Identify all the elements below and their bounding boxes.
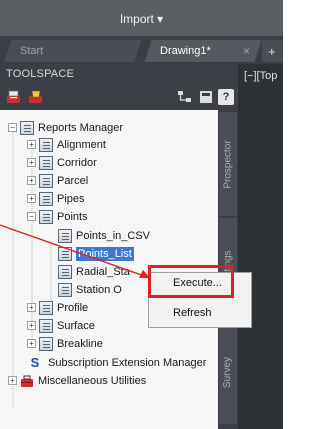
tree-node-label: Subscription Extension Manager bbox=[48, 356, 207, 369]
report-folder-icon bbox=[39, 155, 53, 170]
menu-item-refresh[interactable]: Refresh bbox=[149, 303, 251, 323]
tree-node-points-list[interactable]: Points_List bbox=[58, 245, 134, 262]
expand-icon[interactable]: + bbox=[27, 321, 36, 330]
tree-node-label: Radial_Sta bbox=[76, 265, 130, 278]
tree-node-profile[interactable]: + Profile bbox=[27, 299, 88, 316]
toolspace-panel: TOOLSPACE ? − Reports Manager + Alignmen… bbox=[0, 64, 238, 429]
tool-catalog-icon[interactable] bbox=[28, 89, 44, 105]
side-tab-label: Prospector bbox=[222, 139, 234, 189]
reports-icon[interactable] bbox=[6, 89, 22, 105]
tree-node-label: Station O bbox=[76, 283, 122, 296]
report-folder-icon bbox=[39, 173, 53, 188]
expand-icon[interactable]: + bbox=[8, 376, 17, 385]
tree-node-surface[interactable]: + Surface bbox=[27, 317, 95, 334]
report-folder-icon bbox=[39, 137, 53, 152]
tree-node-label: Points bbox=[57, 210, 88, 223]
tree-node-station-offset[interactable]: Station O bbox=[58, 281, 122, 298]
tree-node-label: Breakline bbox=[57, 337, 103, 350]
report-icon bbox=[58, 246, 72, 261]
tree-node-breakline[interactable]: + Breakline bbox=[27, 335, 103, 352]
side-tab-prospector[interactable]: Prospector bbox=[219, 112, 237, 216]
viewport-controls-label[interactable]: [−][Top bbox=[238, 64, 283, 82]
report-folder-icon bbox=[39, 318, 53, 333]
report-folder-icon bbox=[39, 191, 53, 206]
tree-node-label: Miscellaneous Utilities bbox=[38, 374, 147, 387]
expand-icon[interactable]: + bbox=[27, 194, 36, 203]
tree-node-pipes[interactable]: + Pipes bbox=[27, 190, 85, 207]
report-folder-icon bbox=[39, 209, 53, 224]
panel-icon[interactable] bbox=[198, 89, 214, 105]
drawing-viewport[interactable]: [−][Top bbox=[238, 64, 283, 429]
report-icon bbox=[58, 228, 72, 243]
ribbon-bar: Import ▾ bbox=[0, 0, 283, 36]
tab-drawing1[interactable]: Drawing1* × bbox=[144, 40, 262, 62]
tree-node-label: Points_List bbox=[76, 246, 134, 261]
side-tab-label: Survey bbox=[222, 356, 234, 388]
tab-start[interactable]: Start bbox=[4, 40, 142, 62]
new-tab-button[interactable]: + bbox=[262, 40, 283, 62]
tree-node-subscription-extension-manager[interactable]: S Subscription Extension Manager bbox=[14, 354, 207, 371]
expand-icon[interactable]: + bbox=[27, 303, 36, 312]
report-folder-icon bbox=[39, 300, 53, 315]
tree-node-label: Points_in_CSV bbox=[76, 229, 150, 242]
tree-node-parcel[interactable]: + Parcel bbox=[27, 172, 88, 189]
tree-node-miscellaneous-utilities[interactable]: + Miscellaneous Utilities bbox=[8, 372, 146, 389]
toolspace-toolbar: ? bbox=[0, 84, 238, 110]
toolspace-title: TOOLSPACE bbox=[0, 64, 238, 84]
tree-node-label: Parcel bbox=[57, 174, 89, 187]
tree-node-points[interactable]: − Points bbox=[27, 208, 88, 225]
tree-node-points-in-csv[interactable]: Points_in_CSV bbox=[58, 227, 150, 244]
tree-node-label: Reports Manager bbox=[38, 121, 123, 134]
tree-node-label: Pipes bbox=[57, 192, 85, 205]
side-tab-survey[interactable]: Survey bbox=[219, 320, 237, 424]
tree-node-label: Corridor bbox=[57, 156, 97, 169]
tab-drawing1-label: Drawing1* bbox=[160, 45, 211, 57]
expand-icon[interactable]: + bbox=[27, 176, 36, 185]
tree-node-radial-stakeout[interactable]: Radial_Sta bbox=[58, 263, 130, 280]
subscription-s-icon: S bbox=[30, 354, 40, 370]
tree-node-label: Profile bbox=[57, 301, 89, 314]
tree-node-label: Surface bbox=[57, 319, 95, 332]
tree-node-reports-manager[interactable]: − Reports Manager bbox=[8, 119, 123, 136]
tree-node-label: Alignment bbox=[57, 138, 106, 151]
report-folder-icon bbox=[20, 120, 34, 135]
report-icon bbox=[58, 282, 72, 297]
collapse-icon[interactable]: − bbox=[8, 123, 17, 132]
document-tabbar: Start Drawing1* × + bbox=[0, 36, 283, 64]
network-icon[interactable] bbox=[177, 89, 193, 105]
report-icon bbox=[58, 264, 72, 279]
tab-start-label: Start bbox=[20, 45, 44, 57]
tree-node-corridor[interactable]: + Corridor bbox=[27, 154, 97, 171]
collapse-icon[interactable]: − bbox=[27, 212, 36, 221]
expand-icon[interactable]: + bbox=[27, 140, 36, 149]
expand-icon[interactable]: + bbox=[27, 158, 36, 167]
help-icon[interactable]: ? bbox=[218, 89, 234, 105]
close-icon[interactable]: × bbox=[243, 44, 250, 58]
tree-node-alignment[interactable]: + Alignment bbox=[27, 136, 106, 153]
report-folder-icon bbox=[39, 336, 53, 351]
annotation-highlight-box bbox=[148, 265, 234, 298]
toolbox-icon bbox=[20, 374, 34, 388]
expand-icon[interactable]: + bbox=[27, 339, 36, 348]
import-button[interactable]: Import ▾ bbox=[0, 6, 283, 32]
